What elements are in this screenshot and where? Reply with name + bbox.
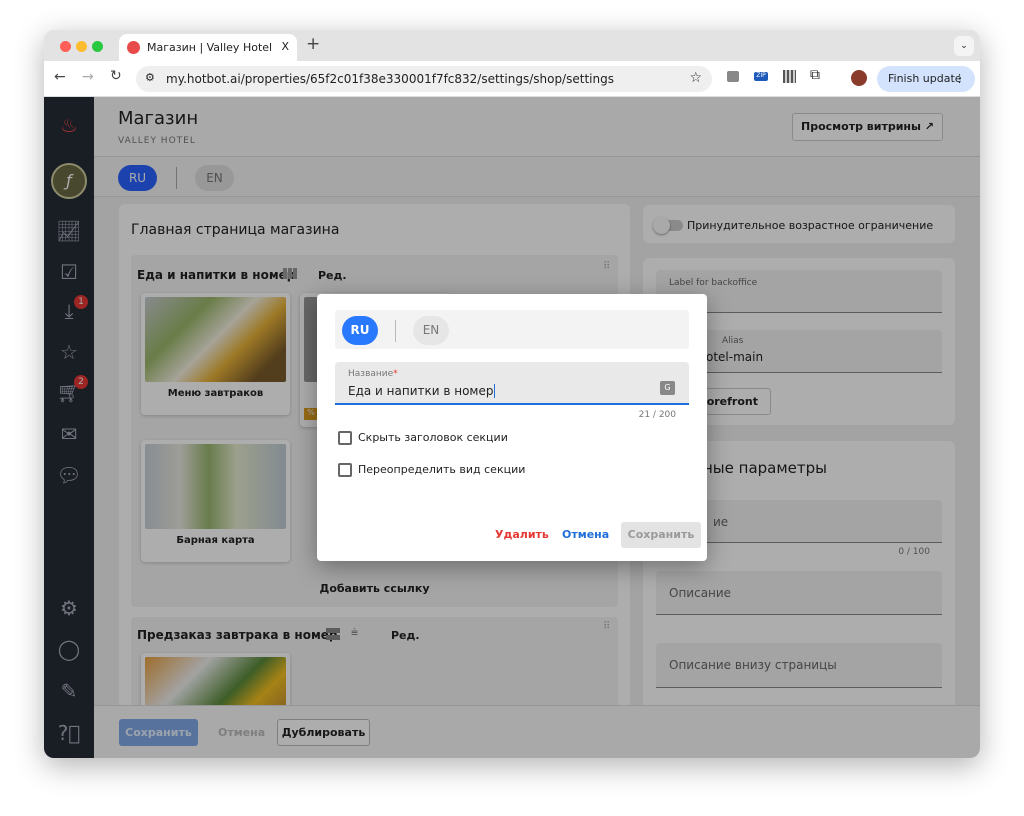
minimize-window-button[interactable]: [76, 41, 87, 52]
back-icon[interactable]: ←: [54, 69, 66, 85]
tab-bar: Магазин | Valley Hotel | Hotbot X + ⌄: [44, 30, 980, 61]
address-bar-row: ← → ↻ ⚙ my.hotbot.ai/properties/65f2c01f…: [44, 61, 980, 97]
maximize-window-button[interactable]: [92, 41, 103, 52]
translate-icon[interactable]: G: [660, 381, 675, 395]
site-settings-icon[interactable]: ⚙: [145, 71, 155, 84]
name-char-counter: 21 / 200: [638, 410, 676, 420]
close-window-button[interactable]: [60, 41, 71, 52]
camera-extension-icon[interactable]: [727, 71, 739, 82]
hide-header-label: Скрыть заголовок секции: [358, 431, 508, 444]
reload-icon[interactable]: ↻: [110, 68, 122, 84]
tab-title: Магазин | Valley Hotel | Hotbot: [147, 41, 275, 54]
favicon-icon: [127, 41, 140, 54]
extensions-puzzle-icon[interactable]: ⧉: [810, 67, 820, 83]
hide-header-checkbox[interactable]: [338, 431, 352, 445]
dialog-lang-en-tab[interactable]: EN: [413, 316, 449, 345]
forward-icon[interactable]: →: [82, 69, 94, 85]
url-input[interactable]: ⚙ my.hotbot.ai/properties/65f2c01f38e330…: [136, 66, 712, 92]
qr-extension-icon[interactable]: [783, 70, 796, 83]
dialog-lang-ru-tab[interactable]: RU: [342, 316, 378, 345]
new-tab-button[interactable]: +: [306, 34, 320, 54]
close-tab-icon[interactable]: X: [281, 40, 289, 53]
tab-search-chevron-icon[interactable]: ⌄: [954, 36, 974, 56]
bookmark-star-icon[interactable]: ☆: [689, 70, 702, 86]
zip-extension-icon[interactable]: ZIP: [754, 72, 768, 81]
section-name-value: Еда и напитки в номер: [348, 384, 496, 398]
dialog-cancel-button[interactable]: Отмена: [562, 528, 609, 541]
override-view-label: Переопределить вид секции: [358, 463, 526, 476]
profile-avatar[interactable]: [851, 70, 867, 86]
override-view-checkbox[interactable]: [338, 463, 352, 477]
browser-tab[interactable]: Магазин | Valley Hotel | Hotbot X: [119, 34, 297, 61]
url-text: my.hotbot.ai/properties/65f2c01f38e33000…: [166, 72, 614, 86]
dialog-language-switcher: RU EN: [335, 310, 689, 349]
finish-update-button[interactable]: Finish update ⋮: [877, 66, 975, 92]
section-name-input[interactable]: Название* Еда и напитки в номер G: [335, 362, 689, 405]
section-edit-dialog: RU EN Название* Еда и напитки в номер G …: [317, 294, 707, 561]
delete-button[interactable]: Удалить: [495, 528, 549, 541]
dialog-save-button[interactable]: Сохранить: [621, 522, 701, 548]
